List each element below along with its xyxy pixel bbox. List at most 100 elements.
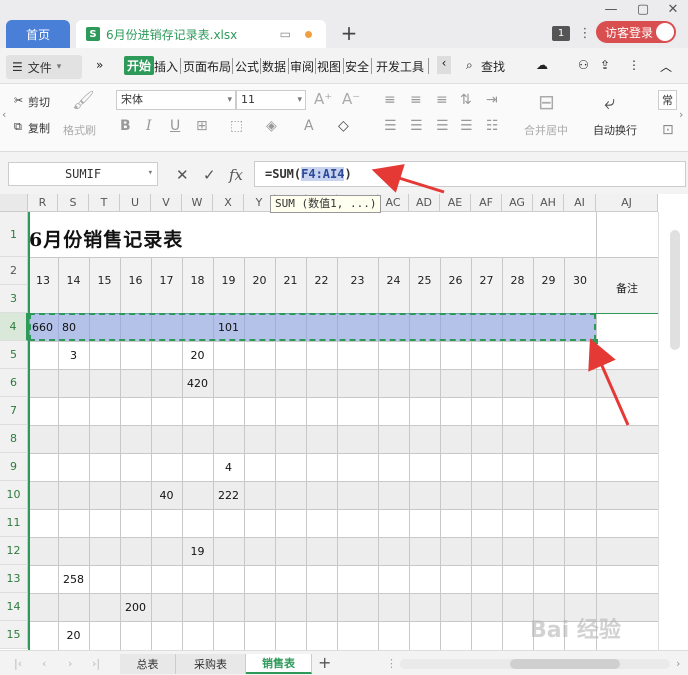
row-header[interactable]: 11 (0, 509, 28, 537)
cloud-icon[interactable]: ☁ (536, 58, 548, 72)
data-cell[interactable]: 80 (62, 313, 89, 341)
copy-button[interactable]: 复制 (28, 120, 50, 136)
row-header[interactable]: 8 (0, 425, 28, 453)
currency-icon[interactable]: ⊡ (662, 122, 674, 138)
column-header[interactable]: T (89, 194, 120, 212)
row-header[interactable]: 13 (0, 565, 28, 593)
row-header[interactable]: 1 (0, 212, 28, 257)
day-header[interactable]: 13 (28, 274, 58, 287)
formula-input[interactable]: =SUM(F4:AI4) (254, 161, 686, 187)
more-options-icon[interactable]: ⋮ (628, 58, 640, 72)
fill-handle[interactable] (593, 339, 598, 344)
menu-page-layout[interactable]: 页面布局 (183, 58, 231, 75)
day-header[interactable]: 30 (564, 274, 596, 287)
text-direction-icon[interactable]: ⇅ (460, 92, 472, 108)
menu-insert[interactable]: 插入 (154, 58, 178, 75)
justify-icon[interactable]: ☰ (460, 118, 473, 134)
menu-home[interactable]: 开始 (124, 56, 155, 75)
merge-center-icon[interactable]: ⊟ (538, 90, 555, 114)
column-header[interactable]: AJ (596, 194, 658, 212)
font-family-select[interactable]: 宋体 ▾ (116, 90, 236, 110)
data-cell[interactable]: 40 (151, 481, 182, 509)
ribbon-scroll-left-icon[interactable]: ‹ (2, 108, 6, 121)
search-label[interactable]: 查找 (481, 58, 505, 75)
day-header[interactable]: 26 (440, 274, 471, 287)
font-color-icon[interactable]: A (304, 118, 314, 134)
align-top-icon[interactable]: ≡ (384, 92, 396, 108)
day-header[interactable]: 27 (471, 274, 502, 287)
format-painter-button[interactable]: 格式刷 (63, 122, 96, 138)
column-header[interactable]: AC (378, 194, 409, 212)
prev-sheet-icon[interactable]: ‹ (42, 657, 46, 670)
row-header[interactable]: 3 (0, 285, 28, 313)
increase-font-icon[interactable]: A⁺ (314, 90, 332, 108)
align-left-icon[interactable]: ☰ (384, 118, 397, 134)
data-cell[interactable]: 660 (32, 313, 58, 341)
row-header[interactable]: 2 (0, 257, 28, 285)
search-icon[interactable]: ⌕ (466, 58, 473, 73)
day-header[interactable]: 15 (89, 274, 120, 287)
column-header[interactable]: W (182, 194, 213, 212)
select-all-corner[interactable] (0, 194, 28, 212)
menu-security[interactable]: 安全 (345, 58, 369, 75)
day-header[interactable]: 20 (244, 274, 275, 287)
data-cell[interactable]: 19 (182, 537, 213, 565)
column-header[interactable]: AH (533, 194, 564, 212)
column-header[interactable]: X (213, 194, 244, 212)
copy-icon[interactable]: ⧉ (14, 120, 22, 134)
underline-icon[interactable]: U (170, 118, 180, 134)
maximize-icon[interactable]: ▢ (632, 0, 654, 18)
font-size-select[interactable]: 11 ▾ (236, 90, 306, 110)
menu-view[interactable]: 视图 (317, 58, 341, 75)
remark-header[interactable]: 备注 (597, 280, 657, 296)
day-header[interactable]: 21 (275, 274, 306, 287)
horizontal-scroll-thumb[interactable] (510, 659, 620, 669)
day-header[interactable]: 28 (502, 274, 533, 287)
day-header[interactable]: 14 (58, 274, 89, 287)
day-header[interactable]: 22 (306, 274, 337, 287)
cell-style-icon[interactable]: ⬚ (230, 118, 243, 134)
more-menu-icon[interactable]: » (96, 58, 103, 72)
day-header[interactable]: 23 (337, 274, 378, 287)
brush-icon[interactable]: 🖌 (72, 90, 95, 111)
wrap-text-button[interactable]: 自动换行 (593, 122, 637, 138)
distributed-icon[interactable]: ☷ (486, 118, 499, 134)
next-sheet-icon[interactable]: › (68, 657, 72, 670)
collapse-ribbon-icon[interactable]: ︿ (660, 58, 672, 75)
column-header[interactable]: AE (440, 194, 471, 212)
row-header[interactable]: 15 (0, 621, 28, 649)
row-header[interactable]: 4 (0, 313, 28, 341)
menu-review[interactable]: 审阅 (290, 58, 314, 75)
minimize-icon[interactable]: — (600, 0, 622, 18)
first-sheet-icon[interactable]: |‹ (14, 657, 22, 670)
sheet-tab-purchase[interactable]: 采购表 (176, 654, 246, 674)
last-sheet-icon[interactable]: ›| (92, 657, 100, 670)
menu-formulas[interactable]: 公式 (235, 58, 259, 75)
user-icon[interactable]: ⚇ (578, 58, 589, 72)
row-header[interactable]: 14 (0, 593, 28, 621)
data-cell[interactable]: 20 (182, 341, 213, 369)
selected-range[interactable] (29, 313, 596, 341)
row-header[interactable]: 9 (0, 453, 28, 481)
menu-data[interactable]: 数据 (262, 58, 286, 75)
align-right-icon[interactable]: ☰ (436, 118, 449, 134)
column-header[interactable]: U (120, 194, 151, 212)
more-sheets-icon[interactable]: ⋮ (386, 657, 397, 670)
home-tab[interactable]: 首页 (6, 20, 70, 48)
row-header[interactable]: 7 (0, 397, 28, 425)
data-cell[interactable]: 20 (58, 621, 89, 649)
merge-center-button[interactable]: 合并居中 (524, 122, 568, 138)
wrap-text-icon[interactable]: ⤶ (604, 90, 615, 114)
ribbon-scroll-right-icon[interactable]: › (679, 108, 683, 121)
sheet-tab-sales[interactable]: 销售表 (246, 654, 312, 674)
row-header[interactable]: 5 (0, 341, 28, 369)
day-header[interactable]: 18 (182, 274, 213, 287)
column-header[interactable]: AD (409, 194, 440, 212)
scissors-icon[interactable]: ✂ (14, 94, 23, 107)
column-header[interactable]: AF (471, 194, 502, 212)
file-menu-button[interactable]: ☰ 文件 ▾ (6, 55, 82, 79)
column-header[interactable]: AG (502, 194, 533, 212)
eraser-icon[interactable]: ◇ (338, 118, 349, 134)
data-cell[interactable]: 200 (120, 593, 151, 621)
new-tab-button[interactable]: + (338, 21, 360, 45)
